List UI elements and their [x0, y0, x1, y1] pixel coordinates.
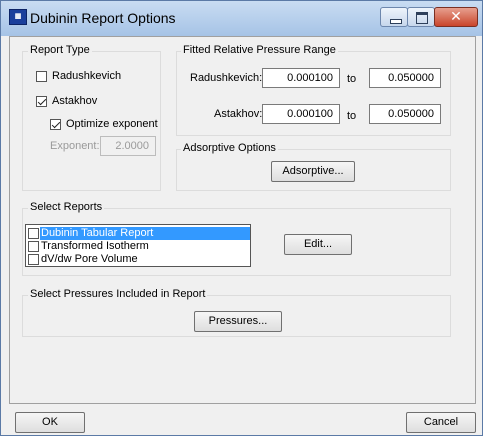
minimize-icon — [390, 19, 402, 24]
edit-button[interactable]: Edit... — [284, 234, 352, 255]
radushkevich-checkbox[interactable] — [36, 71, 47, 82]
dialog-window: ▦ Dubinin Report Options ✕ Report Type R… — [0, 0, 483, 436]
list-item-label: Transformed Isotherm — [41, 240, 149, 252]
pressure-range-title: Fitted Relative Pressure Range — [181, 44, 338, 56]
radushkevich-to-field[interactable]: 0.050000 — [369, 68, 441, 88]
exponent-field[interactable]: 2.0000 — [100, 136, 156, 156]
list-item-label: dV/dw Pore Volume — [41, 253, 138, 265]
pressures-button[interactable]: Pressures... — [194, 311, 282, 332]
astakhov-label[interactable]: Astakhov — [52, 95, 97, 107]
close-icon: ✕ — [450, 9, 462, 25]
radushkevich-label[interactable]: Radushkevich — [52, 70, 121, 82]
astakhov-range-label: Astakhov: — [214, 108, 263, 120]
optimize-exponent-label[interactable]: Optimize exponent — [66, 118, 158, 130]
astakhov-checkbox[interactable] — [36, 96, 47, 107]
minimize-button[interactable] — [380, 7, 408, 27]
ok-button[interactable]: OK — [15, 412, 85, 433]
list-item-checkbox[interactable] — [28, 228, 39, 239]
adsorptive-options-title: Adsorptive Options — [181, 142, 278, 154]
title-bar[interactable]: ▦ Dubinin Report Options ✕ — [1, 1, 482, 36]
maximize-icon — [416, 12, 428, 24]
list-item-checkbox[interactable] — [28, 241, 39, 252]
list-item-checkbox[interactable] — [28, 254, 39, 265]
exponent-label: Exponent: — [50, 140, 100, 152]
list-item-label: Dubinin Tabular Report — [40, 227, 250, 240]
radushkevich-from-field[interactable]: 0.000100 — [262, 68, 340, 88]
select-reports-title: Select Reports — [28, 201, 105, 213]
optimize-exponent-checkbox[interactable] — [50, 119, 61, 130]
close-button[interactable]: ✕ — [434, 7, 478, 27]
select-pressures-title: Select Pressures Included in Report — [28, 288, 208, 300]
astakhov-to-field[interactable]: 0.050000 — [369, 104, 441, 124]
radushkevich-range-label: Radushkevich: — [190, 72, 263, 84]
cancel-button[interactable]: Cancel — [406, 412, 476, 433]
reports-listbox[interactable]: Dubinin Tabular Report Transformed Isoth… — [25, 224, 251, 267]
radushkevich-to-label: to — [347, 73, 357, 85]
window-title: Dubinin Report Options — [30, 10, 176, 26]
app-icon[interactable]: ▦ — [9, 9, 27, 25]
astakhov-to-label: to — [347, 110, 357, 122]
list-item[interactable]: dV/dw Pore Volume — [26, 253, 250, 266]
report-type-title: Report Type — [28, 44, 92, 56]
list-item[interactable]: Dubinin Tabular Report — [26, 227, 250, 240]
maximize-button[interactable] — [407, 7, 435, 27]
adsorptive-button[interactable]: Adsorptive... — [271, 161, 355, 182]
astakhov-from-field[interactable]: 0.000100 — [262, 104, 340, 124]
list-item[interactable]: Transformed Isotherm — [26, 240, 250, 253]
